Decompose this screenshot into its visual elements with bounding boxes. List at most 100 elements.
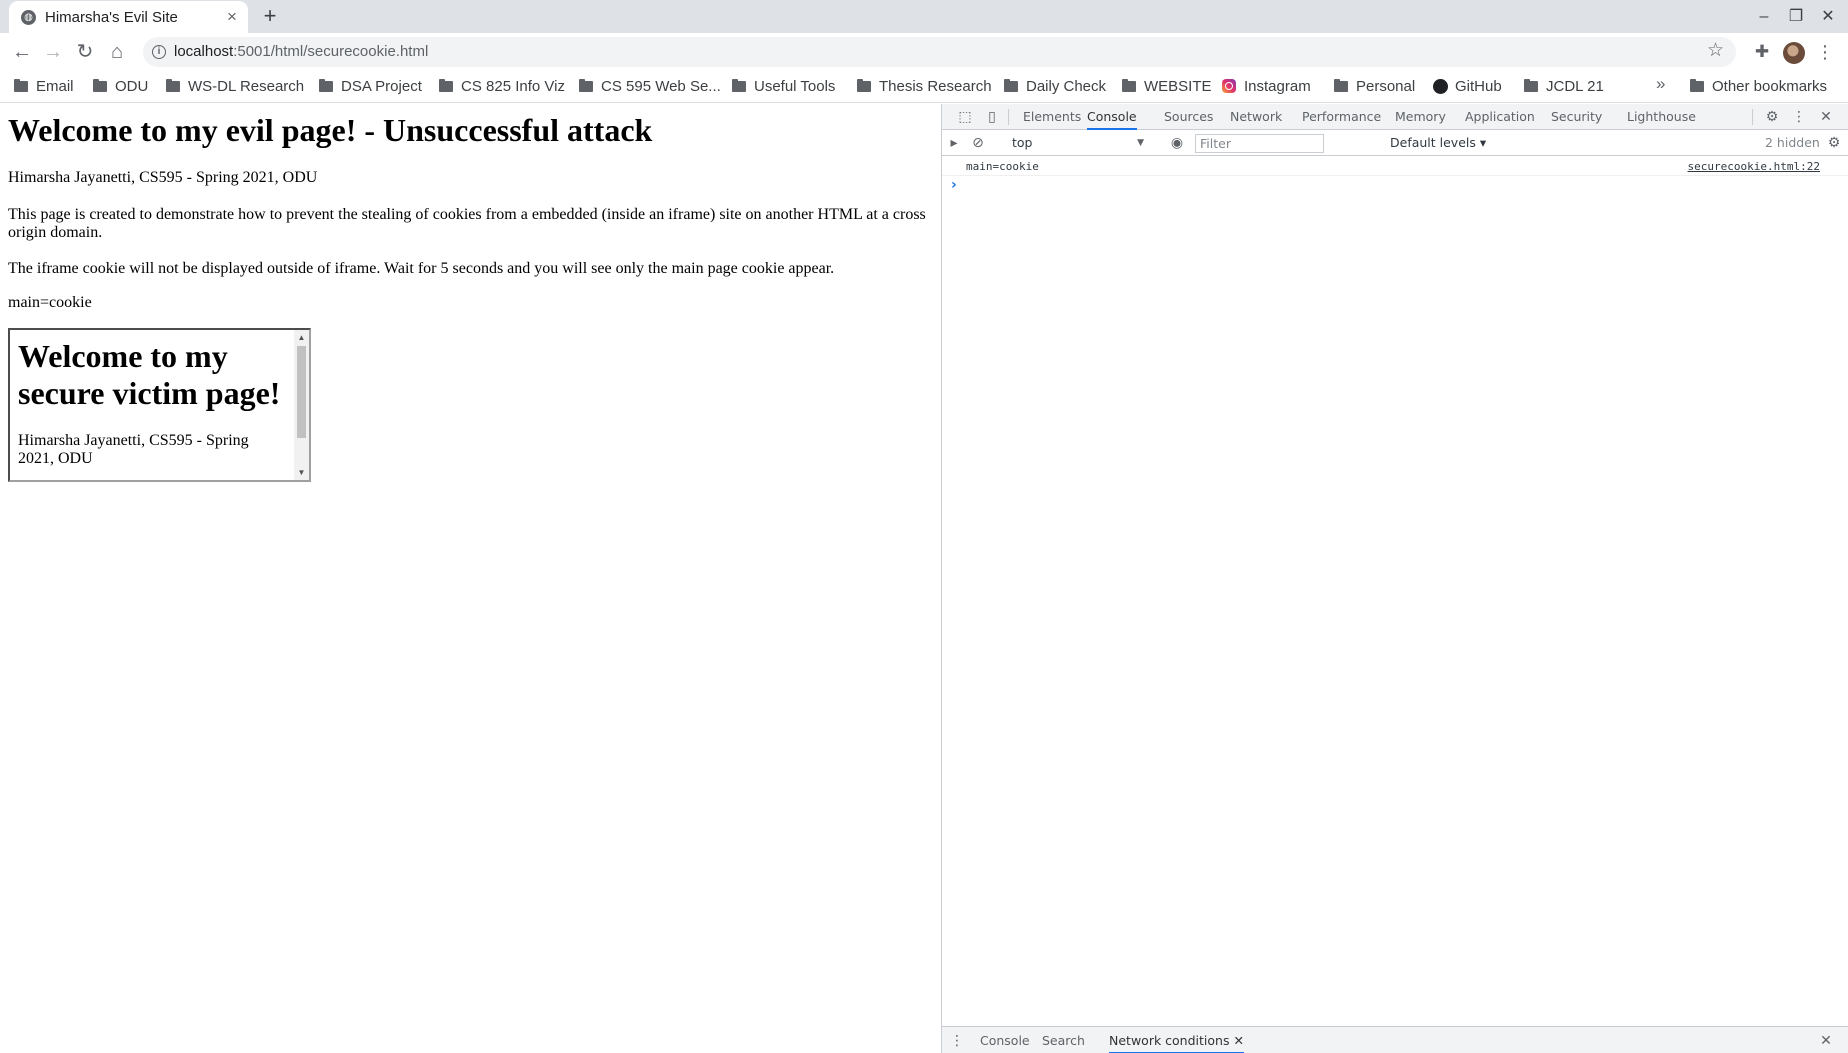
folder-icon [1524, 78, 1538, 92]
bookmark-github[interactable]: GitHub [1433, 74, 1502, 98]
bookmark-odu[interactable]: ODU [93, 74, 148, 98]
iframe-scrollbar[interactable]: ▲ ▼ [294, 330, 309, 480]
context-value: top [1012, 135, 1033, 150]
globe-icon: ◍ [21, 10, 36, 25]
tab-lighthouse[interactable]: Lighthouse [1627, 104, 1696, 130]
folder-icon [93, 78, 107, 92]
scroll-up-icon[interactable]: ▲ [294, 330, 309, 345]
tab-console[interactable]: Console [1087, 104, 1137, 130]
url-text: localhost:5001/html/securecookie.html [174, 43, 429, 60]
tab-strip: ◍ Himarsha's Evil Site × + – ❐ ✕ [0, 0, 1848, 33]
minimize-icon[interactable]: – [1751, 4, 1777, 30]
eye-icon[interactable]: ◉ [1168, 134, 1186, 152]
bookmark-other[interactable]: Other bookmarks [1690, 74, 1827, 98]
tab-title: Himarsha's Evil Site [45, 9, 178, 26]
devtools-tab-bar: ⬚ ▯ Elements Console Sources Network Per… [942, 104, 1848, 130]
bookmark-instagram[interactable]: Instagram [1222, 74, 1311, 98]
chevron-down-icon: ▼ [1137, 138, 1144, 148]
bookmark-email[interactable]: Email [14, 74, 74, 98]
devtools-drawer: ⋮ Console Search Network conditions ✕ ✕ [942, 1026, 1848, 1053]
drawer-menu-icon[interactable]: ⋮ [948, 1032, 966, 1050]
bookmark-personal[interactable]: Personal [1334, 74, 1415, 98]
close-tab-icon[interactable]: × [222, 7, 242, 27]
folder-icon [1334, 78, 1348, 92]
page-viewport: Welcome to my evil page! - Unsuccessful … [0, 104, 941, 1053]
reload-icon[interactable]: ↻ [71, 38, 99, 66]
more-bookmarks-icon[interactable]: » [1656, 74, 1665, 94]
console-toolbar: ▸ ⊘ top ▼ ◉ Filter Default levels ▾ 2 hi… [942, 130, 1848, 156]
folder-icon [439, 78, 453, 92]
bookmark-website[interactable]: WEBSITE [1122, 74, 1212, 98]
browser-tab[interactable]: ◍ Himarsha's Evil Site × [9, 1, 248, 33]
clear-console-icon[interactable]: ⊘ [969, 134, 987, 152]
scrollbar-thumb[interactable] [297, 346, 306, 438]
close-window-icon[interactable]: ✕ [1815, 4, 1841, 30]
page-title: Welcome to my evil page! - Unsuccessful … [8, 112, 653, 148]
bookmark-cs825[interactable]: CS 825 Info Viz [439, 74, 565, 98]
folder-icon [732, 78, 746, 92]
gear-icon[interactable]: ⚙ [1763, 108, 1781, 126]
tab-sources[interactable]: Sources [1164, 104, 1213, 130]
bookmark-dsa-project[interactable]: DSA Project [319, 74, 422, 98]
bookmark-wsdl-research[interactable]: WS-DL Research [166, 74, 304, 98]
bookmark-jcdl21[interactable]: JCDL 21 [1524, 74, 1604, 98]
tab-elements[interactable]: Elements [1023, 104, 1081, 130]
folder-icon [319, 78, 333, 92]
filter-input[interactable]: Filter [1195, 134, 1324, 153]
folder-icon [579, 78, 593, 92]
forward-icon[interactable]: → [39, 38, 67, 66]
new-tab-button[interactable]: + [258, 4, 282, 28]
close-drawer-icon[interactable]: ✕ [1817, 1032, 1835, 1050]
console-prompt[interactable]: › [951, 177, 957, 193]
bookmark-cs595[interactable]: CS 595 Web Se... [579, 74, 721, 98]
drawer-tab-network-conditions[interactable]: Network conditions ✕ [1109, 1027, 1244, 1053]
log-levels-label: Default levels [1390, 135, 1476, 150]
tab-memory[interactable]: Memory [1395, 104, 1446, 130]
folder-icon [166, 78, 180, 92]
folder-icon [1690, 78, 1704, 92]
bookmark-star-icon[interactable]: ☆ [1707, 39, 1724, 62]
address-bar[interactable]: i localhost:5001/html/securecookie.html … [143, 37, 1736, 67]
restore-icon[interactable]: ❐ [1783, 4, 1809, 30]
back-icon[interactable]: ← [8, 38, 36, 66]
avatar[interactable] [1783, 42, 1805, 64]
folder-icon [14, 78, 28, 92]
device-toolbar-icon[interactable]: ▯ [983, 108, 1001, 126]
bookmark-daily-check[interactable]: Daily Check [1004, 74, 1106, 98]
tab-security[interactable]: Security [1551, 104, 1602, 130]
bookmark-useful-tools[interactable]: Useful Tools [732, 74, 835, 98]
iframe-title: Welcome to my secure victim page! [18, 338, 281, 411]
console-message-text: main=cookie [966, 160, 1039, 173]
drawer-tab-search[interactable]: Search [1042, 1027, 1085, 1053]
embedded-iframe[interactable]: Welcome to my secure victim page! Himars… [8, 328, 311, 482]
log-levels-dropdown[interactable]: Default levels ▾ [1390, 134, 1486, 152]
sidebar-toggle-icon[interactable]: ▸ [945, 134, 963, 152]
tab-application[interactable]: Application [1465, 104, 1535, 130]
info-icon[interactable]: i [152, 45, 166, 59]
tab-network[interactable]: Network [1230, 104, 1282, 130]
drawer-tab-console[interactable]: Console [980, 1027, 1030, 1053]
context-selector[interactable]: top ▼ [1012, 134, 1148, 152]
tab-performance[interactable]: Performance [1302, 104, 1381, 130]
folder-icon [1004, 78, 1018, 92]
devtools-panel: ⬚ ▯ Elements Console Sources Network Per… [941, 104, 1848, 1053]
iframe-author-text: Himarsha Jayanetti, CS595 - Spring 2021,… [18, 432, 249, 467]
extensions-icon[interactable]: ✚ [1752, 42, 1772, 62]
author-text: Himarsha Jayanetti, CS595 - Spring 2021,… [8, 169, 318, 186]
close-icon[interactable]: ✕ [1817, 108, 1835, 126]
console-settings-icon[interactable]: ⚙ [1825, 134, 1843, 152]
toolbar-divider [1008, 109, 1009, 125]
bookmark-thesis-research[interactable]: Thesis Research [857, 74, 992, 98]
inspect-element-icon[interactable]: ⬚ [956, 108, 974, 126]
hidden-count: 2 hidden [1765, 135, 1820, 150]
scroll-down-icon[interactable]: ▼ [294, 465, 309, 480]
browser-menu-icon[interactable]: ⋮ [1815, 40, 1835, 64]
browser-toolbar: ← → ↻ ⌂ i localhost:5001/html/securecook… [0, 33, 1848, 71]
console-source-link[interactable]: securecookie.html:22 [1688, 157, 1820, 176]
folder-icon [1122, 78, 1136, 92]
console-message: main=cookie securecookie.html:22 [942, 157, 1848, 176]
more-options-icon[interactable]: ⋮ [1790, 108, 1808, 126]
home-icon[interactable]: ⌂ [103, 38, 131, 66]
bookmarks-bar: Email ODU WS-DL Research DSA Project CS … [0, 71, 1848, 103]
close-drawer-tab-icon[interactable]: ✕ [1233, 1033, 1243, 1048]
